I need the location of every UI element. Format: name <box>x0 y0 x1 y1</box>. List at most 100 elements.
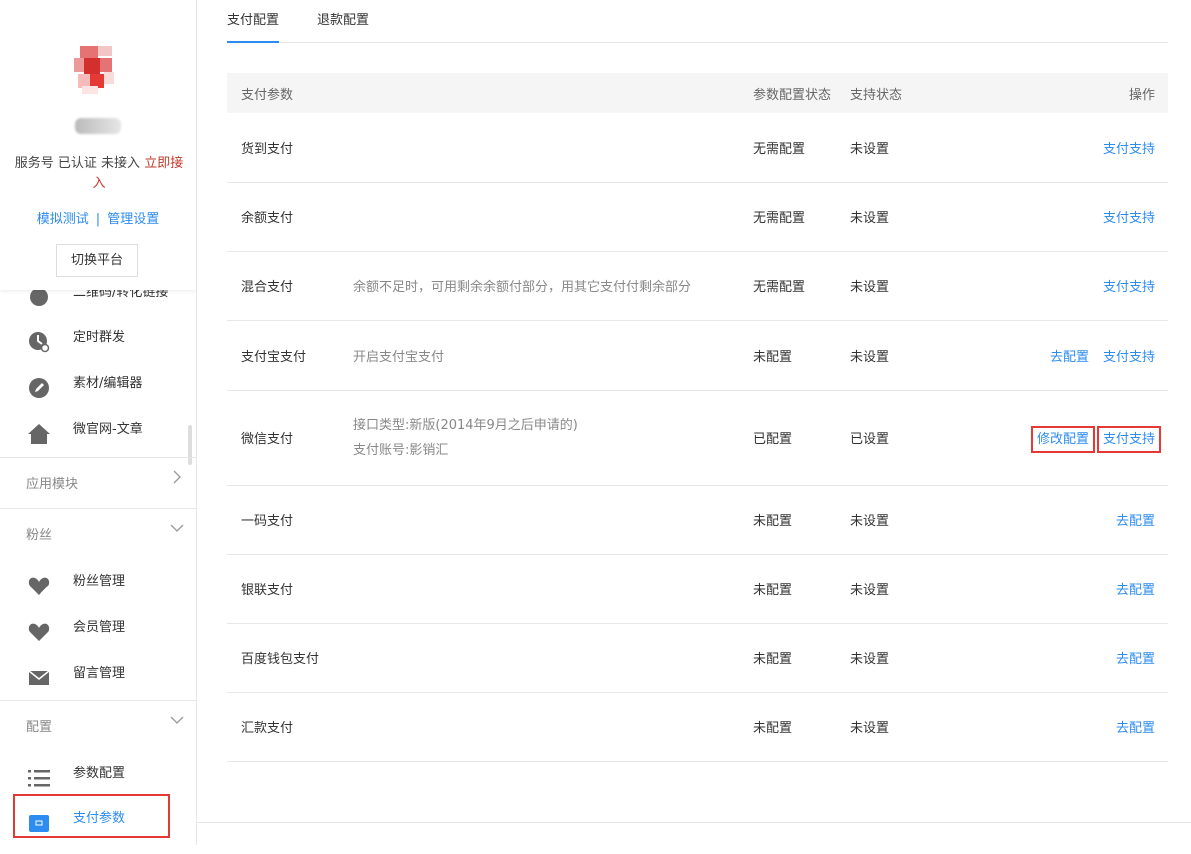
tab-refund-config[interactable]: 退款配置 <box>317 9 369 43</box>
highlight-box <box>13 794 170 838</box>
operations: 去配置 支付支持 <box>948 320 1168 391</box>
configure-link[interactable]: 去配置 <box>1116 514 1155 529</box>
payment-support-link[interactable]: 支付支持 <box>1096 426 1162 453</box>
group-label: 粉丝 <box>26 528 53 543</box>
header-config-status: 参数配置状态 <box>753 73 850 113</box>
simulate-test-link[interactable]: 模拟测试 <box>37 212 89 227</box>
payment-desc: 余额不足时，可用剩余余额付部分，用其它支付付剩余部分 <box>353 251 753 321</box>
table-row: 支付宝支付 开启支付宝支付 未配置 未设置 去配置 支付支持 <box>227 320 1168 391</box>
support-status: 已设置 <box>850 390 948 486</box>
tab-payment-config[interactable]: 支付配置 <box>227 9 280 43</box>
main-content: 支付配置 退款配置 支付参数 参数配置状态 支持状态 操作 货到支付 无需配置 … <box>197 0 1191 845</box>
support-status: 未设置 <box>850 113 948 183</box>
payment-table: 支付参数 参数配置状态 支持状态 操作 货到支付 无需配置 未设置 支付支持 余… <box>227 73 1168 762</box>
account-status: 服务号 已认证 未接入 立即接入 <box>14 154 184 194</box>
payment-support-link[interactable]: 支付支持 <box>1103 350 1155 365</box>
payment-name: 微信支付 <box>227 390 353 486</box>
sidebar: 二维码/转化链接 服务号 已认证 未接入 立即接入 模拟测试 | 管理设置 切换平台… <box>0 0 197 845</box>
config-status: 未配置 <box>753 554 850 624</box>
chevron-down-icon <box>170 713 184 727</box>
sidebar-item-microsite[interactable]: 微官网-文章 <box>0 407 196 453</box>
pencil-icon <box>28 373 50 398</box>
modify-config-link[interactable]: 修改配置 <box>1030 426 1095 453</box>
support-status: 未设置 <box>850 692 948 762</box>
table-row: 汇款支付 未配置 未设置 去配置 <box>227 692 1168 762</box>
config-status: 未配置 <box>753 623 850 693</box>
sidebar-item-label: 粉丝管理 <box>73 574 126 589</box>
avatar <box>72 46 122 96</box>
table-row: 百度钱包支付 未配置 未设置 去配置 <box>227 623 1168 693</box>
switch-platform-button[interactable]: 切换平台 <box>56 244 138 277</box>
profile-links: 模拟测试 | 管理设置 <box>0 208 196 227</box>
payment-desc <box>353 554 753 624</box>
sidebar-item-label: 留言管理 <box>73 666 126 681</box>
sidebar-group-apps[interactable]: 应用模块 <box>0 457 196 507</box>
operations: 修改配置 支付支持 <box>948 390 1168 486</box>
config-status: 未配置 <box>753 485 850 555</box>
payment-name: 余额支付 <box>227 182 353 252</box>
sidebar-item-label: 素材/编辑器 <box>73 376 143 391</box>
config-status: 未配置 <box>753 320 850 391</box>
payment-name: 支付宝支付 <box>227 320 353 391</box>
footer-divider <box>197 822 1191 823</box>
table-row: 货到支付 无需配置 未设置 支付支持 <box>227 113 1168 183</box>
operations: 去配置 <box>948 554 1168 624</box>
support-status: 未设置 <box>850 320 948 391</box>
sidebar-item-label: 微官网-文章 <box>73 422 143 437</box>
payment-desc-line: 支付账号:影销汇 <box>353 442 449 458</box>
sidebar-item-label: 定时群发 <box>73 330 126 345</box>
sidebar-item-member-management[interactable]: 会员管理 <box>0 605 196 651</box>
payment-support-link[interactable]: 支付支持 <box>1103 280 1155 295</box>
header-name: 支付参数 <box>227 73 353 113</box>
mail-icon <box>28 663 50 685</box>
operations: 支付支持 <box>948 251 1168 321</box>
header-support-status: 支持状态 <box>850 73 948 113</box>
header-operation: 操作 <box>948 73 1168 113</box>
sidebar-item-messages[interactable]: 留言管理 <box>0 651 196 697</box>
payment-support-link[interactable]: 支付支持 <box>1103 142 1155 157</box>
sidebar-item-scheduled-broadcast[interactable]: 定时群发 <box>0 315 196 361</box>
account-status-text: 服务号 已认证 未接入 <box>14 156 141 171</box>
sidebar-group-fans[interactable]: 粉丝 <box>0 508 196 558</box>
config-status: 无需配置 <box>753 251 850 321</box>
config-status: 已配置 <box>753 390 850 486</box>
operations: 支付支持 <box>948 113 1168 183</box>
group-label: 配置 <box>26 720 53 735</box>
group-label: 应用模块 <box>26 477 79 492</box>
account-profile: 服务号 已认证 未接入 立即接入 模拟测试 | 管理设置 切换平台 <box>0 0 196 290</box>
operations: 去配置 <box>948 692 1168 762</box>
heart-icon <box>28 571 50 595</box>
payment-desc-line: 接口类型:新版(2014年9月之后申请的) <box>353 417 578 433</box>
sidebar-item-label: 会员管理 <box>73 620 126 635</box>
payment-name: 一码支付 <box>227 485 353 555</box>
operations: 去配置 <box>948 485 1168 555</box>
configure-link[interactable]: 去配置 <box>1116 652 1155 667</box>
manage-settings-link[interactable]: 管理设置 <box>107 212 159 227</box>
table-row: 一码支付 未配置 未设置 去配置 <box>227 485 1168 555</box>
config-status: 无需配置 <box>753 113 850 183</box>
sidebar-group-config[interactable]: 配置 <box>0 700 196 750</box>
payment-name: 货到支付 <box>227 113 353 183</box>
payment-name: 银联支付 <box>227 554 353 624</box>
payment-desc <box>353 692 753 762</box>
payment-name: 混合支付 <box>227 251 353 321</box>
clock-icon <box>28 327 50 353</box>
payment-desc <box>353 485 753 555</box>
payment-desc <box>353 623 753 693</box>
configure-link[interactable]: 去配置 <box>1116 721 1155 736</box>
configure-link[interactable]: 去配置 <box>1116 583 1155 598</box>
configure-link[interactable]: 去配置 <box>1050 350 1089 365</box>
operations: 去配置 <box>948 623 1168 693</box>
tab-bar: 支付配置 退款配置 <box>227 0 1168 43</box>
payment-desc: 开启支付宝支付 <box>353 320 753 391</box>
home-icon <box>28 419 50 444</box>
chevron-down-icon <box>170 521 184 535</box>
payment-support-link[interactable]: 支付支持 <box>1103 211 1155 226</box>
list-icon <box>28 763 50 787</box>
sidebar-item-materials[interactable]: 素材/编辑器 <box>0 361 196 407</box>
config-status: 未配置 <box>753 692 850 762</box>
sidebar-item-param-config[interactable]: 参数配置 <box>0 751 196 797</box>
sidebar-item-fans-management[interactable]: 粉丝管理 <box>0 559 196 605</box>
table-header: 支付参数 参数配置状态 支持状态 操作 <box>227 73 1168 113</box>
link-separator: | <box>95 212 101 227</box>
